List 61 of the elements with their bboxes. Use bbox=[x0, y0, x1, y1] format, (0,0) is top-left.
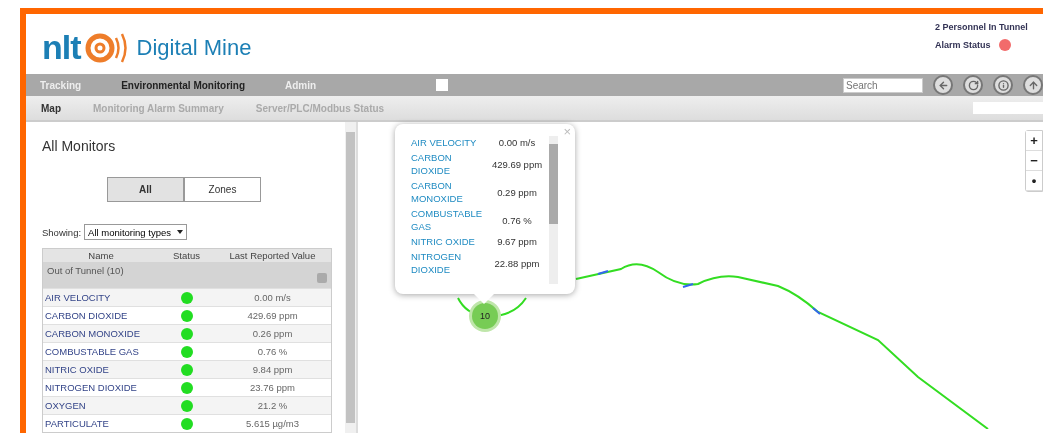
caret-icon bbox=[177, 230, 183, 234]
info-button[interactable] bbox=[993, 75, 1013, 95]
popup-monitor-value: 0.76 % bbox=[501, 214, 533, 226]
popup-monitor-name: AIR VELOCITY bbox=[411, 136, 478, 149]
input-field[interactable] bbox=[973, 102, 1043, 114]
popup-monitor-name: NITROGEN DIOXIDE bbox=[411, 250, 463, 276]
popup-monitor-value: 22.88 ppm bbox=[493, 257, 541, 269]
monitor-value: 0.26 ppm bbox=[251, 328, 294, 339]
popup-monitor-name: COMBUSTABLE GAS bbox=[411, 207, 484, 233]
popup-monitor-value: 0.29 ppm bbox=[496, 186, 538, 198]
popup-monitor-name: CARBON DIOXIDE bbox=[411, 151, 453, 177]
monitor-value: 21.2 % bbox=[256, 400, 289, 411]
monitor-value: 9.84 ppm bbox=[251, 364, 294, 375]
monitor-name: CARBON MONOXIDE bbox=[44, 328, 141, 339]
monitor-name: NITRIC OXIDE bbox=[44, 364, 110, 375]
column-header: Last Reported Value bbox=[228, 250, 317, 261]
zoom-control-button[interactable]: + bbox=[1026, 131, 1042, 151]
monitor-value: 0.76 % bbox=[256, 346, 289, 357]
collapse-icon[interactable] bbox=[317, 273, 327, 283]
popup-monitor-name: CARBON MONOXIDE bbox=[411, 179, 464, 205]
logo-text: nlt bbox=[42, 28, 81, 67]
monitor-name: CARBON DIOXIDE bbox=[44, 310, 129, 321]
monitor-name: OXYGEN bbox=[44, 400, 87, 411]
personnel-count: 2 Personnel In Tunnel bbox=[935, 22, 1028, 32]
search-field[interactable]: Search bbox=[843, 77, 923, 93]
checkbox[interactable] bbox=[436, 79, 449, 91]
sub-nav-tab[interactable]: Map bbox=[41, 102, 61, 114]
panel-title: All Monitors bbox=[42, 138, 117, 154]
monitor-name: PARTICULATE bbox=[44, 418, 110, 429]
info-icon bbox=[997, 79, 1009, 91]
popup-monitor-value: 9.67 ppm bbox=[496, 236, 538, 247]
up-arrow-button[interactable] bbox=[1023, 75, 1043, 95]
refresh-icon bbox=[967, 79, 979, 91]
popup-monitor-value: 429.69 ppm bbox=[490, 158, 544, 170]
filter-label: Showing: bbox=[42, 226, 82, 238]
group-title: Out of Tunnel (10) bbox=[47, 265, 124, 278]
scrollbar[interactable] bbox=[345, 122, 356, 433]
monitor-value: 23.76 ppm bbox=[249, 382, 296, 393]
back-button[interactable] bbox=[933, 75, 953, 95]
monitor-name: AIR VELOCITY bbox=[44, 292, 112, 303]
refresh-button[interactable] bbox=[963, 75, 983, 95]
popup-monitor-name: NITRIC OXIDE bbox=[411, 235, 476, 248]
column-header: Status bbox=[172, 250, 201, 261]
alarm-status-label: Alarm Status bbox=[935, 40, 991, 50]
column-header: Name bbox=[87, 250, 115, 261]
monitor-value: 5.615 µg/m3 bbox=[245, 418, 300, 429]
monitor-name: NITROGEN DIOXIDE bbox=[44, 382, 138, 393]
map-node[interactable]: 10 bbox=[472, 303, 498, 329]
back-icon bbox=[937, 79, 949, 91]
monitor-value: 0.00 m/s bbox=[253, 292, 292, 303]
monitor-value: 429.69 ppm bbox=[246, 310, 299, 321]
nav-tab[interactable]: Environmental Monitoring bbox=[121, 79, 246, 91]
popup-monitor-value: 0.00 m/s bbox=[497, 137, 537, 148]
product-name: Digital Mine bbox=[136, 34, 252, 61]
group-header[interactable]: Out of Tunnel (10) bbox=[43, 262, 331, 288]
up-arrow-icon bbox=[1027, 79, 1039, 91]
popup-scrollbar[interactable] bbox=[549, 136, 558, 284]
toggle-button[interactable]: All bbox=[107, 177, 184, 202]
monitor-name: COMBUSTABLE GAS bbox=[44, 346, 140, 357]
type-dropdown[interactable]: All monitoring types bbox=[84, 224, 187, 240]
toggle-button[interactable]: Zones bbox=[184, 177, 261, 202]
